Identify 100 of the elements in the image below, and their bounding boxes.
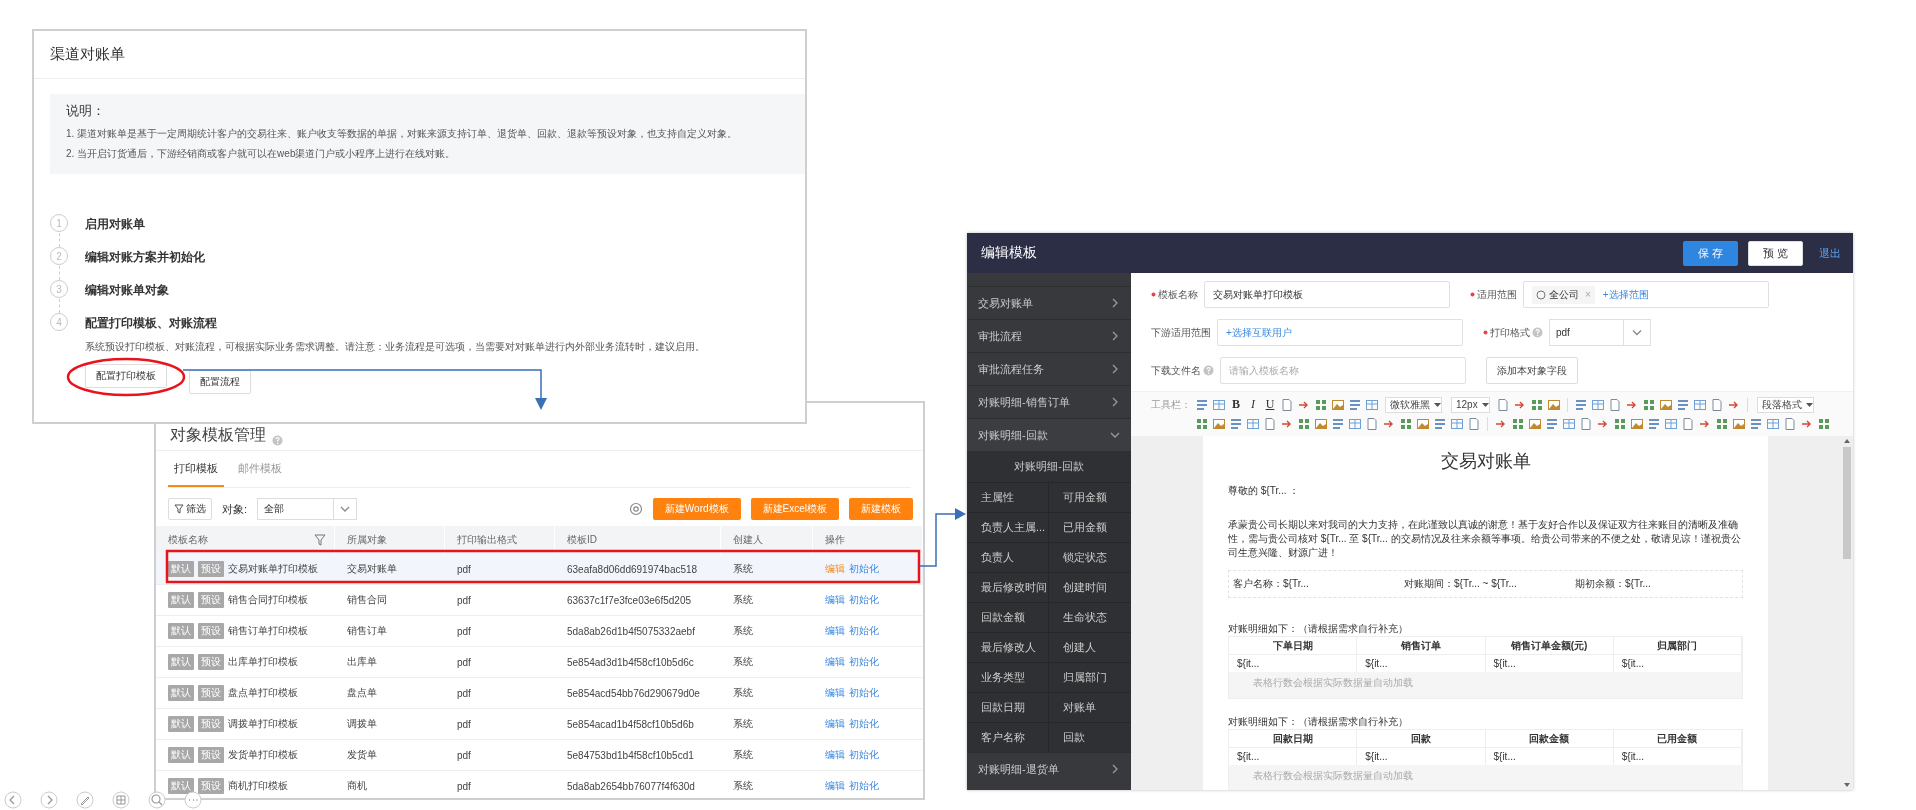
table-cell: 5da8ab26d1b4f5075332aebf [555,616,721,647]
table-cell: 商机 [335,771,445,798]
table-cell: pdf [445,709,555,740]
field-item[interactable]: 负责人主属... [967,512,1049,542]
column-header: 模板名称 [168,533,208,547]
add-scope-link[interactable]: +选择范围 [1602,287,1649,302]
tag: 预设 [198,592,224,608]
toolbar-select[interactable]: 12px [1451,396,1490,413]
field-label: 下游适用范围 [1151,325,1211,340]
action-link[interactable]: 编辑 [825,624,845,638]
column-header: 回款金额 [1485,730,1614,748]
tag: 预设 [198,685,224,701]
object-label: 对象: [222,501,248,517]
table-cell: 系统 [721,647,813,678]
object-select[interactable]: 全部 [257,498,358,520]
table-cell: 系统 [721,709,813,740]
action-link[interactable]: 编辑 [825,748,845,762]
action-link[interactable]: 初始化 [849,655,879,669]
template-name: 出库单打印模板 [228,655,298,669]
table-cell: 63637c1f7e3fce03e6f5d205 [555,585,721,616]
action-link[interactable]: 初始化 [849,717,879,731]
config-button[interactable]: 配置流程 [189,370,251,394]
action-link[interactable]: 初始化 [849,593,879,607]
tag: 默认 [168,561,194,577]
table-cell: 系统 [721,678,813,709]
format-button[interactable]: B [1229,397,1243,412]
action-link[interactable]: 编辑 [825,779,845,793]
field-item[interactable]: 业务类型 [967,662,1049,692]
action-link[interactable]: 编辑 [825,717,845,731]
column-header: 销售订单 [1357,637,1486,655]
action-link[interactable]: 编辑 [825,593,845,607]
table-note: 表格行数会根据实际数据量自动加载 [1229,765,1742,790]
sidebar-group[interactable]: 审批流程 [967,319,1131,352]
field-item[interactable]: 最后修改人 [967,632,1049,662]
exit-link[interactable]: 退出 [1819,245,1841,261]
tag: 预设 [198,716,224,732]
tag: 预设 [198,778,224,794]
table-cell: 发货单 [335,740,445,771]
step-title: 配置打印模板、对账流程 [85,316,217,330]
column-header: 销售订单金额(元) [1485,637,1614,655]
field-label: 下载文件名 [1151,363,1201,378]
action-link[interactable]: 初始化 [849,562,879,576]
preview-button[interactable]: 预 览 [1748,240,1803,266]
tag: 预设 [198,561,224,577]
tag: 默认 [168,778,194,794]
column-header: 回款日期 [1229,730,1358,748]
table-cell: pdf [445,740,555,771]
table-cell: pdf [445,771,555,798]
table-note: 表格行数会根据实际数据量自动加载 [1229,672,1742,698]
table-cell: 5e854ad3d1b4f58cf10b5d6c [555,647,721,678]
table-caption: 对账明细如下：（请根据需求自行补充） [1228,715,1409,729]
step-title: 编辑对账单对象 [85,283,169,297]
field-item[interactable]: 回款金额 [967,602,1049,632]
add-users-link[interactable]: +选择互联用户 [1226,325,1292,340]
input-field[interactable]: 交易对账单打印模板 [1204,281,1450,308]
sidebar-group[interactable]: 审批流程任务 [967,352,1131,385]
config-button[interactable]: 配置打印模板 [85,364,167,388]
field-item[interactable]: 回款日期 [967,692,1049,722]
column-header: 回款 [1357,730,1486,748]
table-cell: pdf [445,616,555,647]
action-link[interactable]: 编辑 [825,686,845,700]
field-item[interactable]: 客户名称 [967,722,1049,752]
info-text: 期初余额：${Tr... [1574,577,1652,591]
field-item[interactable]: 主属性 [967,482,1049,512]
tag: 默认 [168,592,194,608]
action-link[interactable]: 初始化 [849,624,879,638]
tag: 预设 [198,623,224,639]
chip-label: 全公司 [1549,287,1579,302]
table-cell: 调拨单 [335,709,445,740]
action-link[interactable]: 初始化 [849,748,879,762]
table-cell: 系统 [721,771,813,798]
tag: 默认 [168,716,194,732]
template-name: 发货单打印模板 [228,748,298,762]
format-button[interactable]: I [1246,397,1260,412]
action-link[interactable]: 编辑 [825,655,845,669]
editor-title: 编辑模板 [981,244,1037,262]
action-link[interactable]: 初始化 [849,686,879,700]
template-name: 交易对账单打印模板 [228,562,318,576]
field-label: 模板名称 [1158,287,1198,302]
toolbar-select[interactable]: 段落格式 [1756,396,1814,413]
toolbar-select[interactable]: 微软雅黑 [1385,396,1442,413]
sidebar-group[interactable]: 交易对账单 [967,286,1131,319]
action-link[interactable]: 初始化 [849,779,879,793]
sidebar-group[interactable]: 对账明细-回款 [967,418,1131,451]
field-item[interactable]: 负责人 [967,542,1049,572]
format-button[interactable]: U [1263,397,1277,412]
table-cell: 销售合同 [335,585,445,616]
table-cell: 盘点单 [335,678,445,709]
add-field-button[interactable]: 添加本对象字段 [1486,357,1578,384]
tab[interactable]: 打印模板 [168,451,224,487]
table-cell: 5e84753bd1b4f58cf10b5cd1 [555,740,721,771]
table-cell: 销售订单 [335,616,445,647]
filter-button[interactable]: 筛选 [168,498,212,520]
save-button[interactable]: 保 存 [1683,240,1738,266]
tag: 默认 [168,623,194,639]
field-item[interactable]: 最后修改时间 [967,572,1049,602]
format-select[interactable]: pdf [1549,319,1651,346]
step-title: 启用对账单 [85,217,145,231]
column-header: 创建人 [721,526,813,554]
step-title: 编辑对账方案并初始化 [85,250,205,264]
